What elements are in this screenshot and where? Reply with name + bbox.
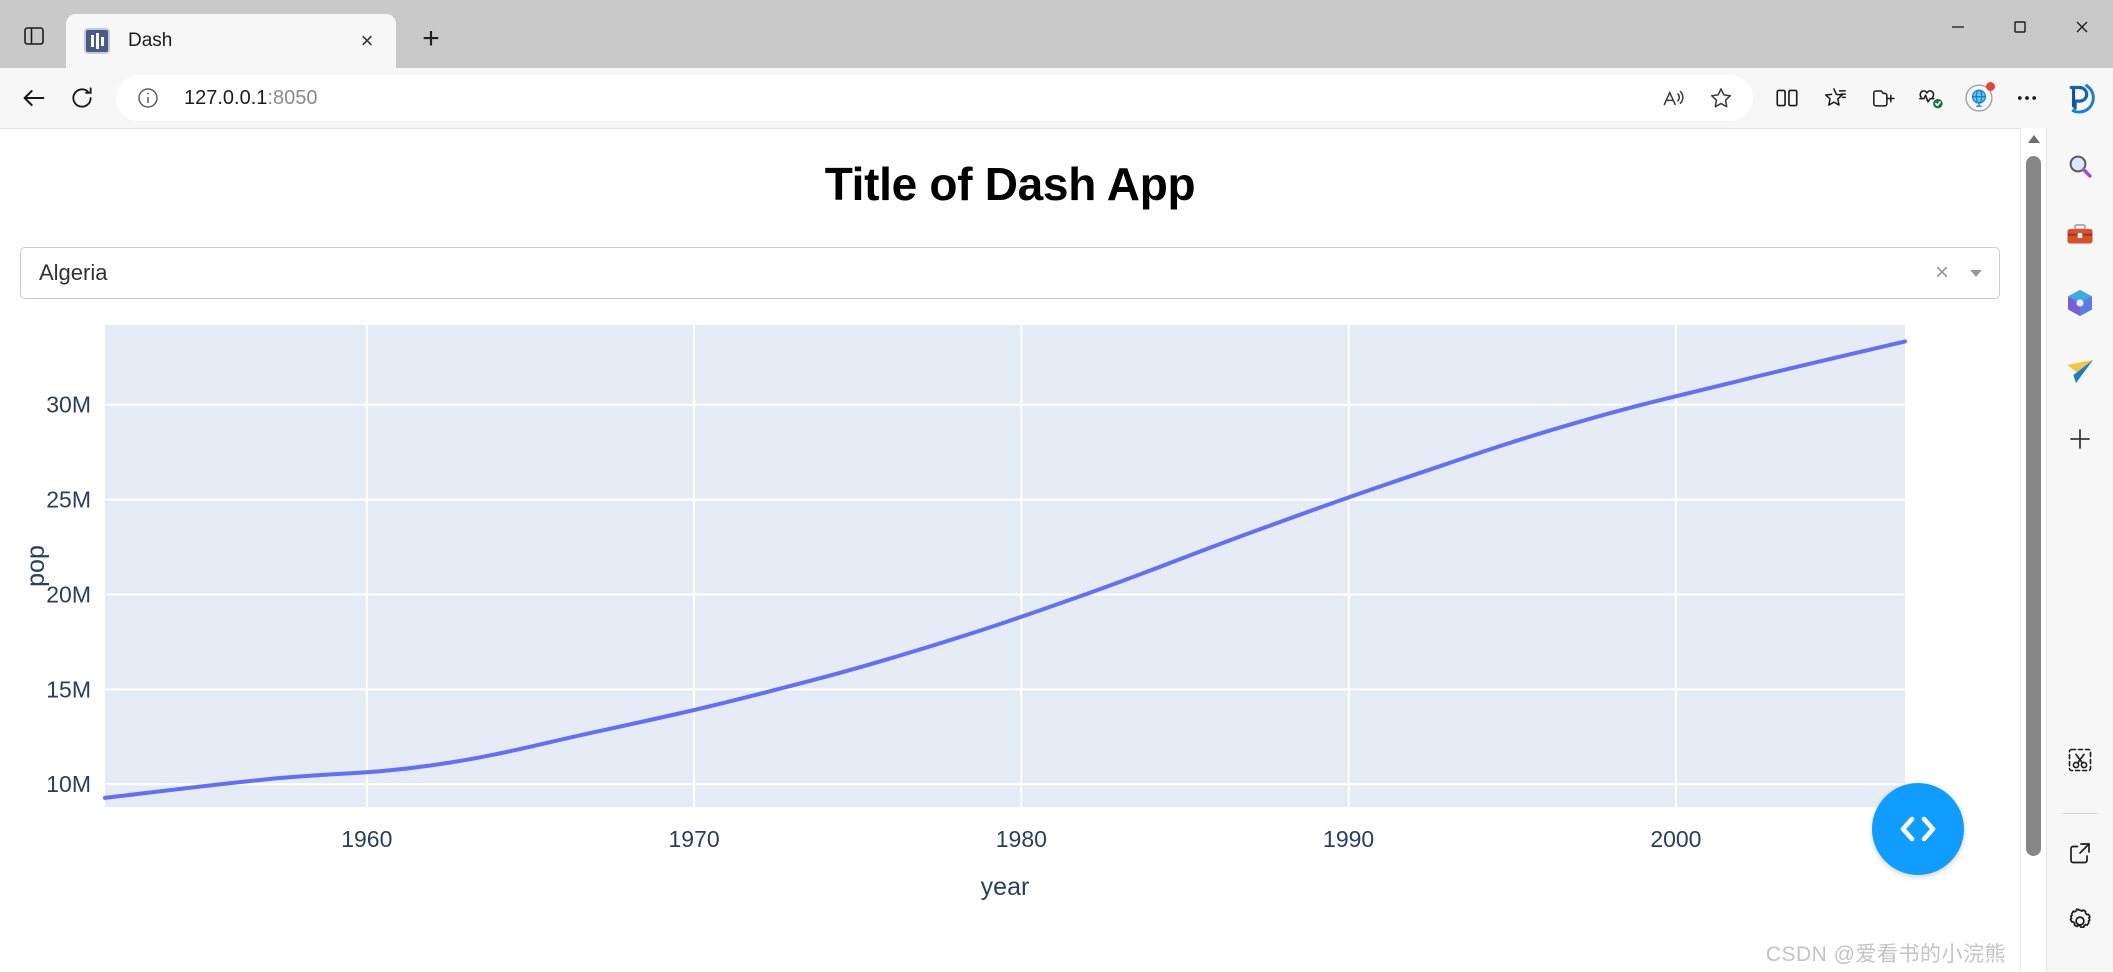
scrollbar-thumb[interactable]: [2025, 156, 2041, 856]
sidebar-search-icon[interactable]: [2055, 142, 2105, 192]
sidebar-screenshot-icon[interactable]: [2055, 735, 2105, 785]
collections-icon[interactable]: [1859, 74, 1907, 122]
dash-bar-chart-favicon: [84, 28, 110, 54]
chevron-down-icon[interactable]: [1959, 264, 1993, 282]
tab-title: Dash: [128, 30, 173, 51]
y-tick-label: 15M: [46, 676, 91, 702]
sidebar-divider: [2062, 813, 2098, 814]
watermark: CSDN @爱看书的小浣熊: [1765, 943, 2006, 966]
window-controls: [1927, 0, 2113, 54]
close-icon[interactable]: ×: [352, 26, 382, 56]
sidebar-add-icon[interactable]: [2055, 414, 2105, 464]
plot-area[interactable]: [105, 325, 1905, 807]
notification-dot: [1986, 82, 1995, 91]
address-bar[interactable]: 127.0.0.1:8050: [116, 75, 1753, 121]
read-aloud-icon[interactable]: [1649, 74, 1697, 122]
site-info-icon[interactable]: [124, 74, 172, 122]
tab-actions-icon[interactable]: [8, 10, 60, 62]
minimize-button[interactable]: [1927, 0, 1989, 54]
y-axis-title: pop: [22, 545, 50, 587]
favorites-list-icon[interactable]: [1811, 74, 1859, 122]
sidebar-tools-icon[interactable]: [2055, 210, 2105, 260]
browser-essentials-icon[interactable]: [1907, 74, 1955, 122]
maximize-button[interactable]: [1989, 0, 2051, 54]
y-tick-label: 30M: [46, 392, 91, 418]
sidebar-microsoft365-icon[interactable]: [2055, 278, 2105, 328]
y-tick-label: 10M: [46, 771, 91, 797]
scrollbar-track[interactable]: [2021, 150, 2047, 972]
chart-svg[interactable]: 10M 15M 20M 25M 30M 1960 1970 1980 1990 2000 year p…: [0, 307, 1980, 907]
dropdown-selected-value: Algeria: [39, 260, 108, 285]
favorite-star-icon[interactable]: [1697, 74, 1745, 122]
x-tick-label: 1970: [669, 826, 720, 852]
country-dropdown[interactable]: Algeria ×: [20, 247, 2000, 299]
scroll-up-arrow-icon[interactable]: [2021, 128, 2047, 150]
dash-app-page: Title of Dash App Algeria × 10M 15M 20M 25M…: [0, 128, 2020, 972]
back-arrow-icon[interactable]: [10, 74, 58, 122]
y-tick-label: 20M: [46, 581, 91, 607]
reload-icon[interactable]: [58, 74, 106, 122]
sidebar-settings-icon[interactable]: [2055, 896, 2105, 946]
dash-dev-tools-button[interactable]: [1872, 783, 1964, 875]
x-tick-label: 1960: [341, 826, 392, 852]
browser-window: Dash × + 127.0.0.1:8050 Title of Dash Ap…: [0, 0, 2113, 972]
close-window-button[interactable]: [2051, 0, 2113, 54]
title-bar: Dash × +: [0, 0, 2113, 68]
browser-toolbar: 127.0.0.1:8050: [0, 68, 2113, 128]
tab-strip: Dash × +: [0, 0, 454, 68]
edge-sidebar: [2046, 128, 2113, 972]
x-tick-label: 2000: [1650, 826, 1701, 852]
y-tick-label: 25M: [46, 487, 91, 513]
x-tick-label: 1990: [1323, 826, 1374, 852]
population-line-chart[interactable]: 10M 15M 20M 25M 30M 1960 1970 1980 1990 2000 year p…: [0, 307, 2020, 927]
page-scrollbar[interactable]: [2020, 128, 2046, 972]
vpn-globe-icon[interactable]: [1955, 74, 2003, 122]
sidebar-open-external-icon[interactable]: [2055, 828, 2105, 878]
new-tab-button[interactable]: +: [408, 16, 454, 62]
clear-icon[interactable]: ×: [1925, 259, 1959, 287]
url-text[interactable]: 127.0.0.1:8050: [184, 87, 1649, 110]
sidebar-outlook-icon[interactable]: [2055, 346, 2105, 396]
viewport: Title of Dash App Algeria × 10M 15M 20M 25M…: [0, 128, 2113, 972]
x-tick-label: 1980: [996, 826, 1047, 852]
browser-tab[interactable]: Dash ×: [66, 14, 396, 68]
url-host: 127.0.0.1: [184, 86, 268, 109]
page-title: Title of Dash App: [824, 158, 1196, 210]
split-screen-icon[interactable]: [1763, 74, 1811, 122]
x-axis-title: year: [981, 873, 1030, 901]
url-port: :8050: [267, 86, 318, 109]
settings-more-icon[interactable]: [2003, 74, 2051, 122]
copilot-icon[interactable]: [2051, 72, 2103, 124]
